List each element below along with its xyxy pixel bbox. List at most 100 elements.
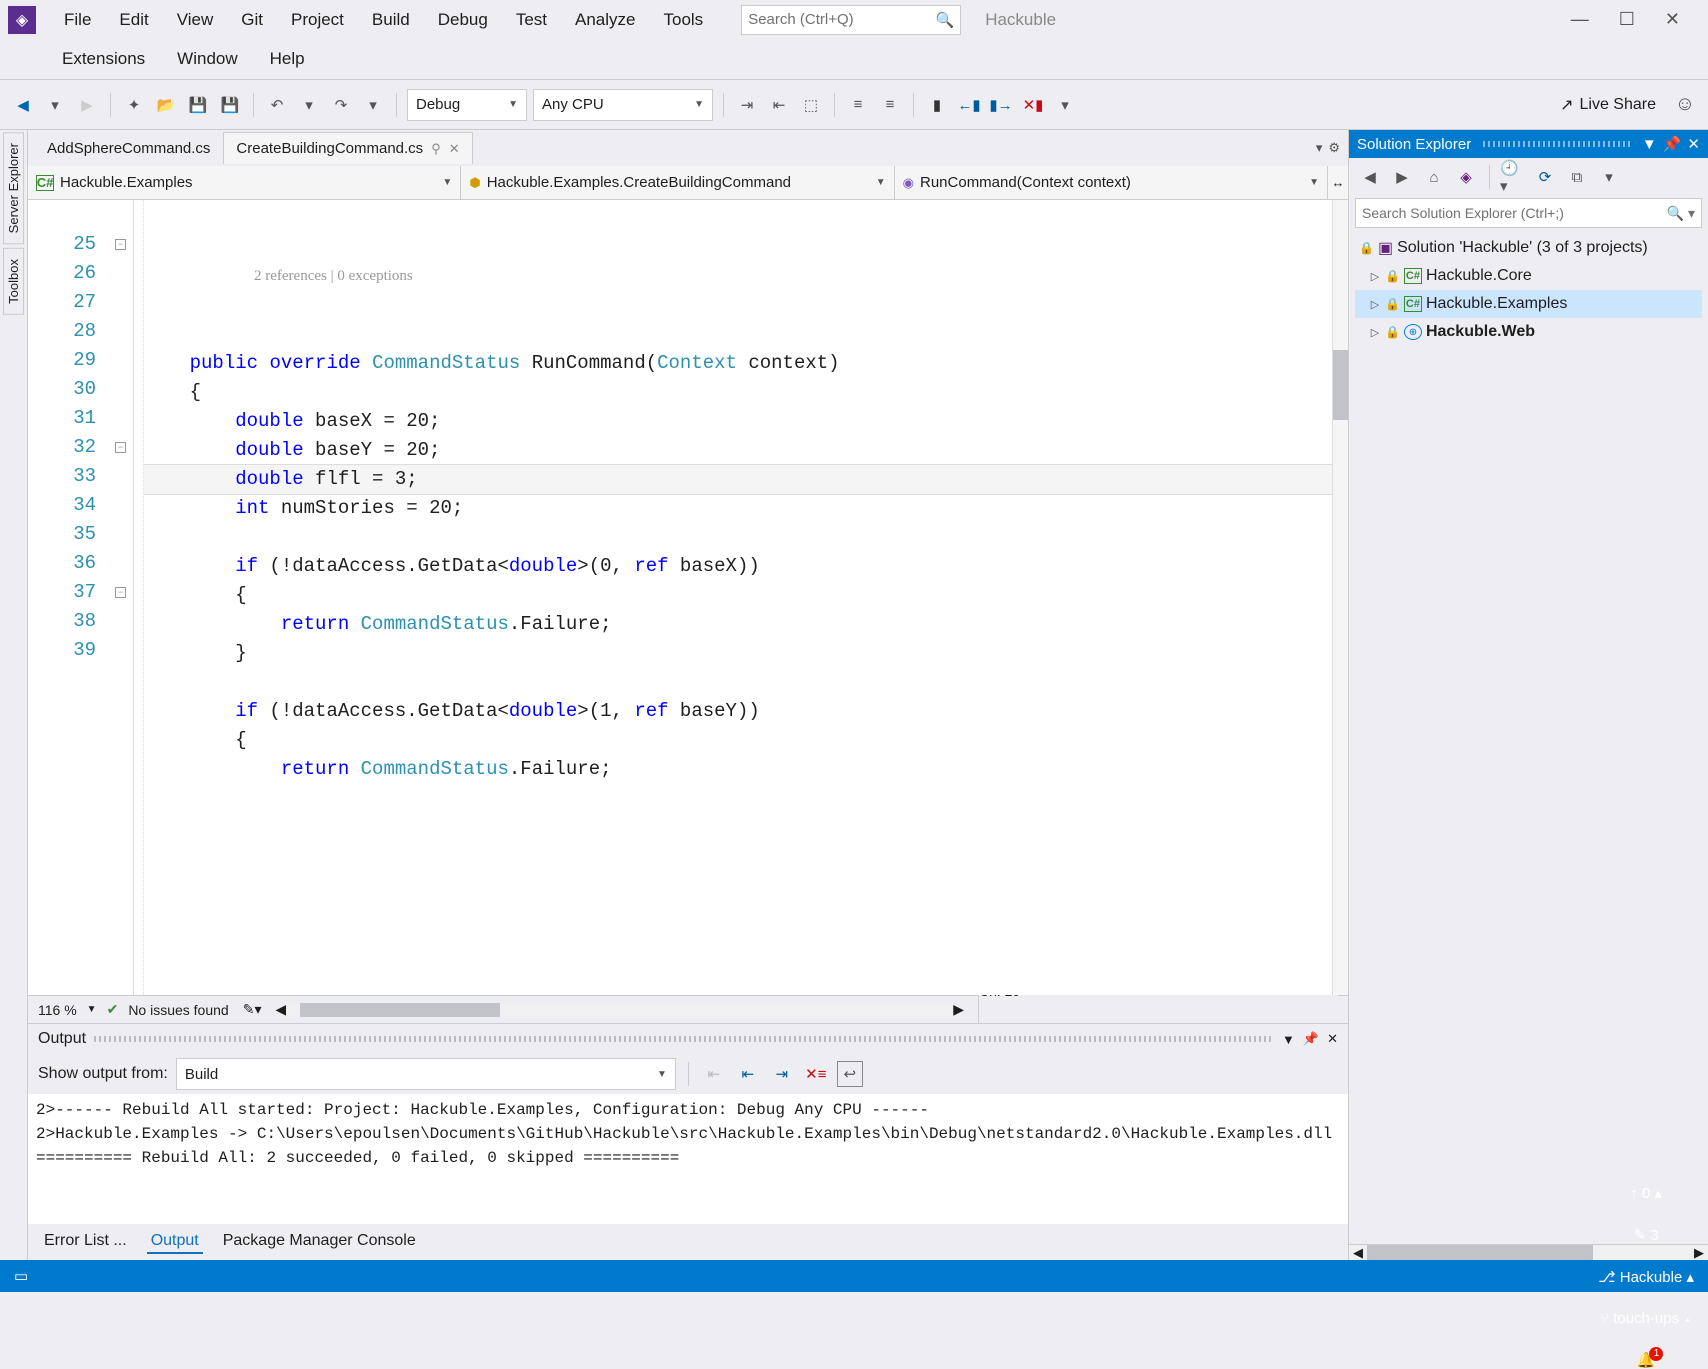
minimize-button[interactable]: — [1571, 9, 1589, 30]
solex-history-icon[interactable]: 🕘▾ [1500, 164, 1526, 190]
solex-home-icon[interactable]: ⌂ [1421, 164, 1447, 190]
new-project-button[interactable]: ✦ [121, 92, 147, 118]
close-button[interactable]: ✕ [1665, 9, 1680, 30]
solex-dropdown-icon[interactable]: ▼ [1642, 136, 1657, 153]
next-bookmark-icon[interactable]: ▮→ [988, 92, 1014, 118]
notifications-icon[interactable]: 🔔 [1637, 1351, 1656, 1369]
quick-search-input[interactable]: Search (Ctrl+Q) 🔍 [741, 5, 961, 35]
solex-close-icon[interactable]: ✕ [1687, 135, 1700, 153]
namespace-combo[interactable]: C# Hackuble.Examples▼ [28, 166, 461, 199]
expand-icon[interactable]: ▷ [1369, 270, 1381, 283]
annotation-icon[interactable]: ✎▾ [243, 1001, 262, 1018]
open-button[interactable]: 📂 [153, 92, 179, 118]
step-out-icon[interactable]: ⬚ [798, 92, 824, 118]
split-editor-icon[interactable]: ↔ [1328, 166, 1348, 199]
bookmark-icon[interactable]: ▮ [924, 92, 950, 118]
menu-project[interactable]: Project [277, 6, 358, 34]
method-combo[interactable]: ◉ RunCommand(Context context)▼ [895, 166, 1328, 199]
pin-icon[interactable]: ⚲ [431, 141, 441, 157]
bottom-tab[interactable]: Error List ... [40, 1230, 131, 1254]
vertical-scrollbar[interactable] [1332, 200, 1348, 995]
solex-back-icon[interactable]: ◀ [1357, 164, 1383, 190]
bottom-tab[interactable]: Package Manager Console [219, 1230, 420, 1254]
zoom-combo[interactable]: 116 % [38, 1002, 77, 1018]
clear-bookmark-icon[interactable]: ✕▮ [1020, 92, 1046, 118]
output-wrap-icon[interactable]: ↩ [837, 1061, 863, 1087]
close-tab-icon[interactable]: ✕ [449, 141, 460, 157]
solex-more-icon[interactable]: ▾ [1596, 164, 1622, 190]
solex-refresh-icon[interactable]: ⟳ [1532, 164, 1558, 190]
git-repo-indicator[interactable]: ⎇ Hackuble ▴ [1598, 1268, 1694, 1286]
menu-tools[interactable]: Tools [650, 6, 718, 34]
menu-extensions[interactable]: Extensions [48, 45, 159, 73]
menu-build[interactable]: Build [358, 6, 424, 34]
configuration-combo[interactable]: Debug▼ [407, 89, 527, 121]
rail-toolbox[interactable]: Toolbox [3, 248, 24, 315]
solex-fwd-icon[interactable]: ▶ [1389, 164, 1415, 190]
overflow-icon[interactable]: ▾ [1052, 92, 1078, 118]
back-button[interactable]: ◀ [10, 92, 36, 118]
git-changes-indicator[interactable]: ✎ 3 [1634, 1226, 1659, 1244]
menu-help[interactable]: Help [256, 45, 319, 73]
project-node[interactable]: ▷🔒⊕ Hackuble.Web [1355, 318, 1702, 346]
horizontal-scrollbar[interactable]: ◀▶ [275, 1003, 964, 1017]
save-all-button[interactable]: 💾 [217, 92, 243, 118]
prev-bookmark-icon[interactable]: ←▮ [956, 92, 982, 118]
back-dropdown[interactable]: ▾ [42, 92, 68, 118]
tab-options-icon[interactable]: ⚙ [1328, 140, 1340, 156]
menu-view[interactable]: View [163, 6, 228, 34]
output-prev-icon[interactable]: ⇤ [735, 1061, 761, 1087]
doc-tab[interactable]: CreateBuildingCommand.cs⚲✕ [223, 132, 472, 164]
feedback-icon[interactable]: ☺ [1672, 92, 1698, 118]
expand-icon[interactable]: ▷ [1369, 326, 1381, 339]
platform-combo[interactable]: Any CPU▼ [533, 89, 713, 121]
output-dropdown-icon[interactable]: ▼ [1282, 1032, 1295, 1047]
redo-dropdown[interactable]: ▾ [360, 92, 386, 118]
solution-root[interactable]: 🔒▣ Solution 'Hackuble' (3 of 3 projects) [1355, 234, 1702, 262]
menu-test[interactable]: Test [502, 6, 561, 34]
forward-button[interactable]: ▶ [74, 92, 100, 118]
output-next-icon[interactable]: ⇥ [769, 1061, 795, 1087]
solex-sync-icon[interactable]: ◈ [1453, 164, 1479, 190]
solex-search-input[interactable]: Search Solution Explorer (Ctrl+;) 🔍 ▾ [1355, 198, 1702, 228]
step-over-icon[interactable]: ⇤ [766, 92, 792, 118]
issues-text[interactable]: No issues found [128, 1002, 228, 1018]
menu-edit[interactable]: Edit [105, 6, 162, 34]
doc-tab[interactable]: AddSphereCommand.cs [34, 132, 223, 164]
undo-dropdown[interactable]: ▾ [296, 92, 322, 118]
close-panel-icon[interactable]: ✕ [1327, 1031, 1338, 1047]
code-editor[interactable]: 2 references | 0 exceptions public overr… [144, 200, 1332, 995]
solex-collapse-icon[interactable]: ⧉ [1564, 164, 1590, 190]
output-text[interactable]: 2>------ Rebuild All started: Project: H… [28, 1094, 1348, 1224]
indent-icon[interactable]: ≡ [845, 92, 871, 118]
rail-server-explorer[interactable]: Server Explorer [3, 132, 24, 244]
redo-button[interactable]: ↷ [328, 92, 354, 118]
outdent-icon[interactable]: ≡ [877, 92, 903, 118]
step-into-icon[interactable]: ⇥ [734, 92, 760, 118]
bottom-tab[interactable]: Output [147, 1230, 203, 1254]
menu-window[interactable]: Window [163, 45, 251, 73]
save-button[interactable]: 💾 [185, 92, 211, 118]
project-node[interactable]: ▷🔒C# Hackuble.Examples [1355, 290, 1702, 318]
menu-analyze[interactable]: Analyze [561, 6, 649, 34]
fold-column[interactable]: −−− [108, 200, 134, 995]
codelens[interactable]: 2 references | 0 exceptions [144, 262, 1332, 291]
class-combo[interactable]: ⬢ Hackuble.Examples.CreateBuildingComman… [461, 166, 894, 199]
menu-file[interactable]: File [50, 6, 105, 34]
solex-hscroll-left[interactable]: ◀ [1349, 1245, 1367, 1260]
project-node[interactable]: ▷🔒C# Hackuble.Core [1355, 262, 1702, 290]
pin-icon[interactable]: 📌 [1303, 1031, 1319, 1047]
output-clear-icon[interactable]: ✕≡ [803, 1061, 829, 1087]
undo-button[interactable]: ↶ [264, 92, 290, 118]
menu-debug[interactable]: Debug [424, 6, 502, 34]
active-files-dropdown[interactable]: ▾ [1316, 140, 1323, 156]
git-push-indicator[interactable]: ↑ 0 ▴ [1630, 1184, 1662, 1202]
live-share-button[interactable]: ↗ Live Share [1550, 91, 1666, 119]
output-source-combo[interactable]: Build▼ [176, 1058, 676, 1090]
expand-icon[interactable]: ▷ [1369, 298, 1381, 311]
git-branch-indicator[interactable]: ⑂ touch-ups ▴ [1600, 1310, 1692, 1327]
solex-pin-icon[interactable]: 📌 [1663, 135, 1682, 153]
output-icon-1[interactable]: ⇤ [701, 1061, 727, 1087]
menu-git[interactable]: Git [227, 6, 277, 34]
maximize-button[interactable]: ☐ [1619, 9, 1635, 30]
